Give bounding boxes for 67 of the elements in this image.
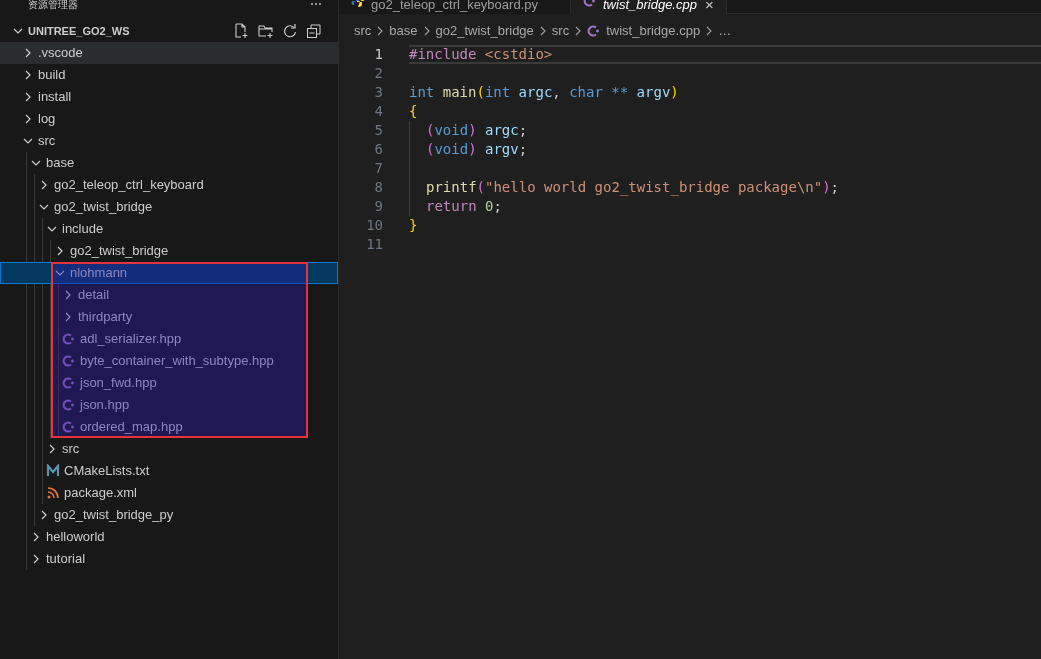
line-number: 2 <box>373 64 383 83</box>
cpp-file-icon <box>62 420 76 434</box>
new-file-icon[interactable] <box>234 23 250 39</box>
line-number: 10 <box>365 216 383 235</box>
line-number: 7 <box>373 159 383 178</box>
line-number: 5 <box>373 121 383 140</box>
folder-item[interactable]: helloworld <box>0 526 338 548</box>
editor-tab[interactable]: twist_bridge.cpp × <box>571 0 727 14</box>
line-number: 9 <box>373 197 383 216</box>
code-line: return 0; <box>426 197 502 216</box>
line-number: 6 <box>373 140 383 159</box>
code-line: } <box>409 216 418 235</box>
file-item[interactable]: CMakeLists.txt <box>0 460 338 482</box>
breadcrumb-item[interactable]: twist_bridge.cpp <box>587 21 701 41</box>
folder-item[interactable]: go2_twist_bridge_py <box>0 504 338 526</box>
line-number: 1 <box>373 45 383 64</box>
file-item[interactable]: json_fwd.hpp <box>0 372 338 394</box>
line-number: 11 <box>365 235 383 254</box>
line-number: 4 <box>373 102 383 121</box>
cpp-file-icon <box>62 354 76 368</box>
folder-item[interactable]: go2_twist_bridge <box>0 240 338 262</box>
file-item[interactable]: json.hpp <box>0 394 338 416</box>
file-item[interactable]: ordered_map.hpp <box>0 416 338 438</box>
breadcrumb-item[interactable]: src <box>551 21 570 41</box>
folder-item[interactable]: src <box>0 130 338 152</box>
folder-item[interactable]: base <box>0 152 338 174</box>
feed-file-icon <box>46 486 60 500</box>
panel-title: 资源管理器 <box>28 0 78 10</box>
m-letter-file-icon <box>46 464 60 478</box>
file-item[interactable]: byte_container_with_subtype.hpp <box>0 350 338 372</box>
cpp-file-icon <box>62 332 76 346</box>
cpp-file-icon <box>62 398 76 412</box>
folder-item[interactable]: src <box>0 438 338 460</box>
new-folder-icon[interactable] <box>258 23 274 39</box>
breadcrumb-item[interactable]: base <box>389 21 418 41</box>
folder-item[interactable]: tutorial <box>0 548 338 570</box>
folder-item[interactable]: detail <box>0 284 338 306</box>
folder-item[interactable]: .vscode <box>0 42 338 64</box>
editor-tab[interactable]: go2_teleop_ctrl_keyboard.py <box>339 0 571 14</box>
line-number: 8 <box>373 178 383 197</box>
breadcrumb-item[interactable]: … <box>718 21 732 41</box>
more-actions-button[interactable]: ⋯ <box>310 0 322 8</box>
line-number: 3 <box>373 83 383 102</box>
cpp-file-icon <box>62 376 76 390</box>
code-line: #include <cstdio> <box>409 45 553 64</box>
code-line: (void) argc; <box>426 121 528 140</box>
file-item[interactable]: adl_serializer.hpp <box>0 328 338 350</box>
code-line: int main(int argc, char ** argv) <box>409 83 679 102</box>
folder-item[interactable]: go2_teleop_ctrl_keyboard <box>0 174 338 196</box>
folder-item[interactable]: thirdparty <box>0 306 338 328</box>
folder-item[interactable]: build <box>0 64 338 86</box>
code-line: printf("hello world go2_twist_bridge package\n"); <box>426 178 840 198</box>
folder-item[interactable]: log <box>0 108 338 130</box>
refresh-icon[interactable] <box>282 23 298 39</box>
folder-item[interactable]: include <box>0 218 338 240</box>
breadcrumb-item[interactable]: src <box>354 21 372 41</box>
cpp-file-icon <box>587 24 602 38</box>
code-line: { <box>409 102 418 121</box>
collapse-all-icon[interactable] <box>306 23 322 39</box>
folder-item[interactable]: install <box>0 86 338 108</box>
folder-item[interactable]: go2_twist_bridge <box>0 196 338 218</box>
breadcrumb-item[interactable]: go2_twist_bridge <box>435 21 534 41</box>
code-line: (void) argv; <box>426 140 528 159</box>
workspace-header[interactable]: UNITREE_GO2_WS <box>12 22 130 40</box>
file-item[interactable]: package.xml <box>0 482 338 504</box>
close-button[interactable]: × <box>704 0 714 9</box>
folder-item[interactable]: nlohmann <box>0 262 338 284</box>
